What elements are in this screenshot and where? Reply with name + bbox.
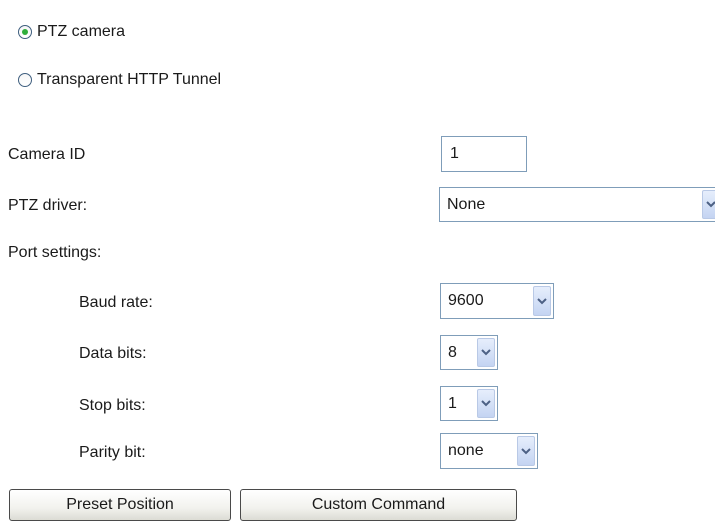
port-settings-label: Port settings: [8,244,102,261]
chevron-down-icon[interactable] [477,338,495,367]
parity-bit-value: none [448,442,484,459]
chevron-down-icon[interactable] [702,190,715,219]
radio-option-ptz-camera[interactable]: PTZ camera [18,21,125,43]
camera-id-input[interactable]: 1 [441,136,527,172]
parity-bit-select[interactable]: none [440,433,538,469]
ptz-driver-value: None [447,195,486,213]
baud-rate-select[interactable]: 9600 [440,283,554,319]
chevron-down-icon[interactable] [533,286,551,316]
baud-rate-label: Baud rate: [79,294,153,311]
custom-command-button[interactable]: Custom Command [240,489,517,521]
ptz-driver-select[interactable]: None [439,187,715,222]
radio-label-transparent-http-tunnel: Transparent HTTP Tunnel [37,71,222,88]
radio-transparent-http-tunnel[interactable] [18,73,32,87]
data-bits-label: Data bits: [79,345,147,362]
stop-bits-select[interactable]: 1 [440,386,498,421]
preset-position-button[interactable]: Preset Position [9,489,231,521]
radio-ptz-camera[interactable] [18,25,32,39]
radio-option-transparent-http-tunnel[interactable]: Transparent HTTP Tunnel [18,69,221,91]
baud-rate-value: 9600 [448,292,484,309]
stop-bits-label: Stop bits: [79,397,146,414]
chevron-down-icon[interactable] [517,436,535,466]
data-bits-select[interactable]: 8 [440,335,498,370]
camera-id-label: Camera ID [8,146,86,163]
stop-bits-value: 1 [448,394,457,412]
parity-bit-label: Parity bit: [79,444,146,461]
radio-label-ptz-camera: PTZ camera [37,23,126,40]
chevron-down-icon[interactable] [477,389,495,418]
data-bits-value: 8 [448,343,457,361]
ptz-driver-label: PTZ driver: [8,197,88,214]
